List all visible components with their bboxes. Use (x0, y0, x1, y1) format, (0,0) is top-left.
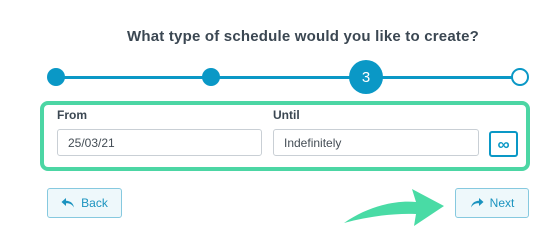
from-label: From (57, 108, 87, 122)
redo-arrow-icon (470, 197, 484, 209)
until-date-input[interactable]: Indefinitely (273, 129, 479, 156)
infinity-toggle-button[interactable]: ∞ (489, 131, 518, 157)
step-4-dot[interactable] (511, 68, 529, 86)
back-button[interactable]: Back (47, 188, 122, 218)
step-1-dot[interactable] (47, 68, 65, 86)
step-2-dot[interactable] (202, 68, 220, 86)
next-button[interactable]: Next (455, 188, 529, 218)
next-button-label: Next (489, 196, 515, 210)
undo-arrow-icon (61, 197, 75, 209)
step-3-current[interactable]: 3 (349, 60, 383, 94)
stepper: 3 (0, 56, 549, 100)
back-button-label: Back (81, 196, 108, 210)
from-date-input[interactable]: 25/03/21 (57, 129, 262, 156)
infinity-icon: ∞ (497, 134, 510, 154)
schedule-wizard: What type of schedule would you like to … (0, 0, 549, 250)
pointer-arrow-icon (344, 189, 444, 226)
stepper-line (55, 76, 520, 79)
page-title: What type of schedule would you like to … (127, 28, 479, 45)
until-label: Until (273, 108, 300, 122)
